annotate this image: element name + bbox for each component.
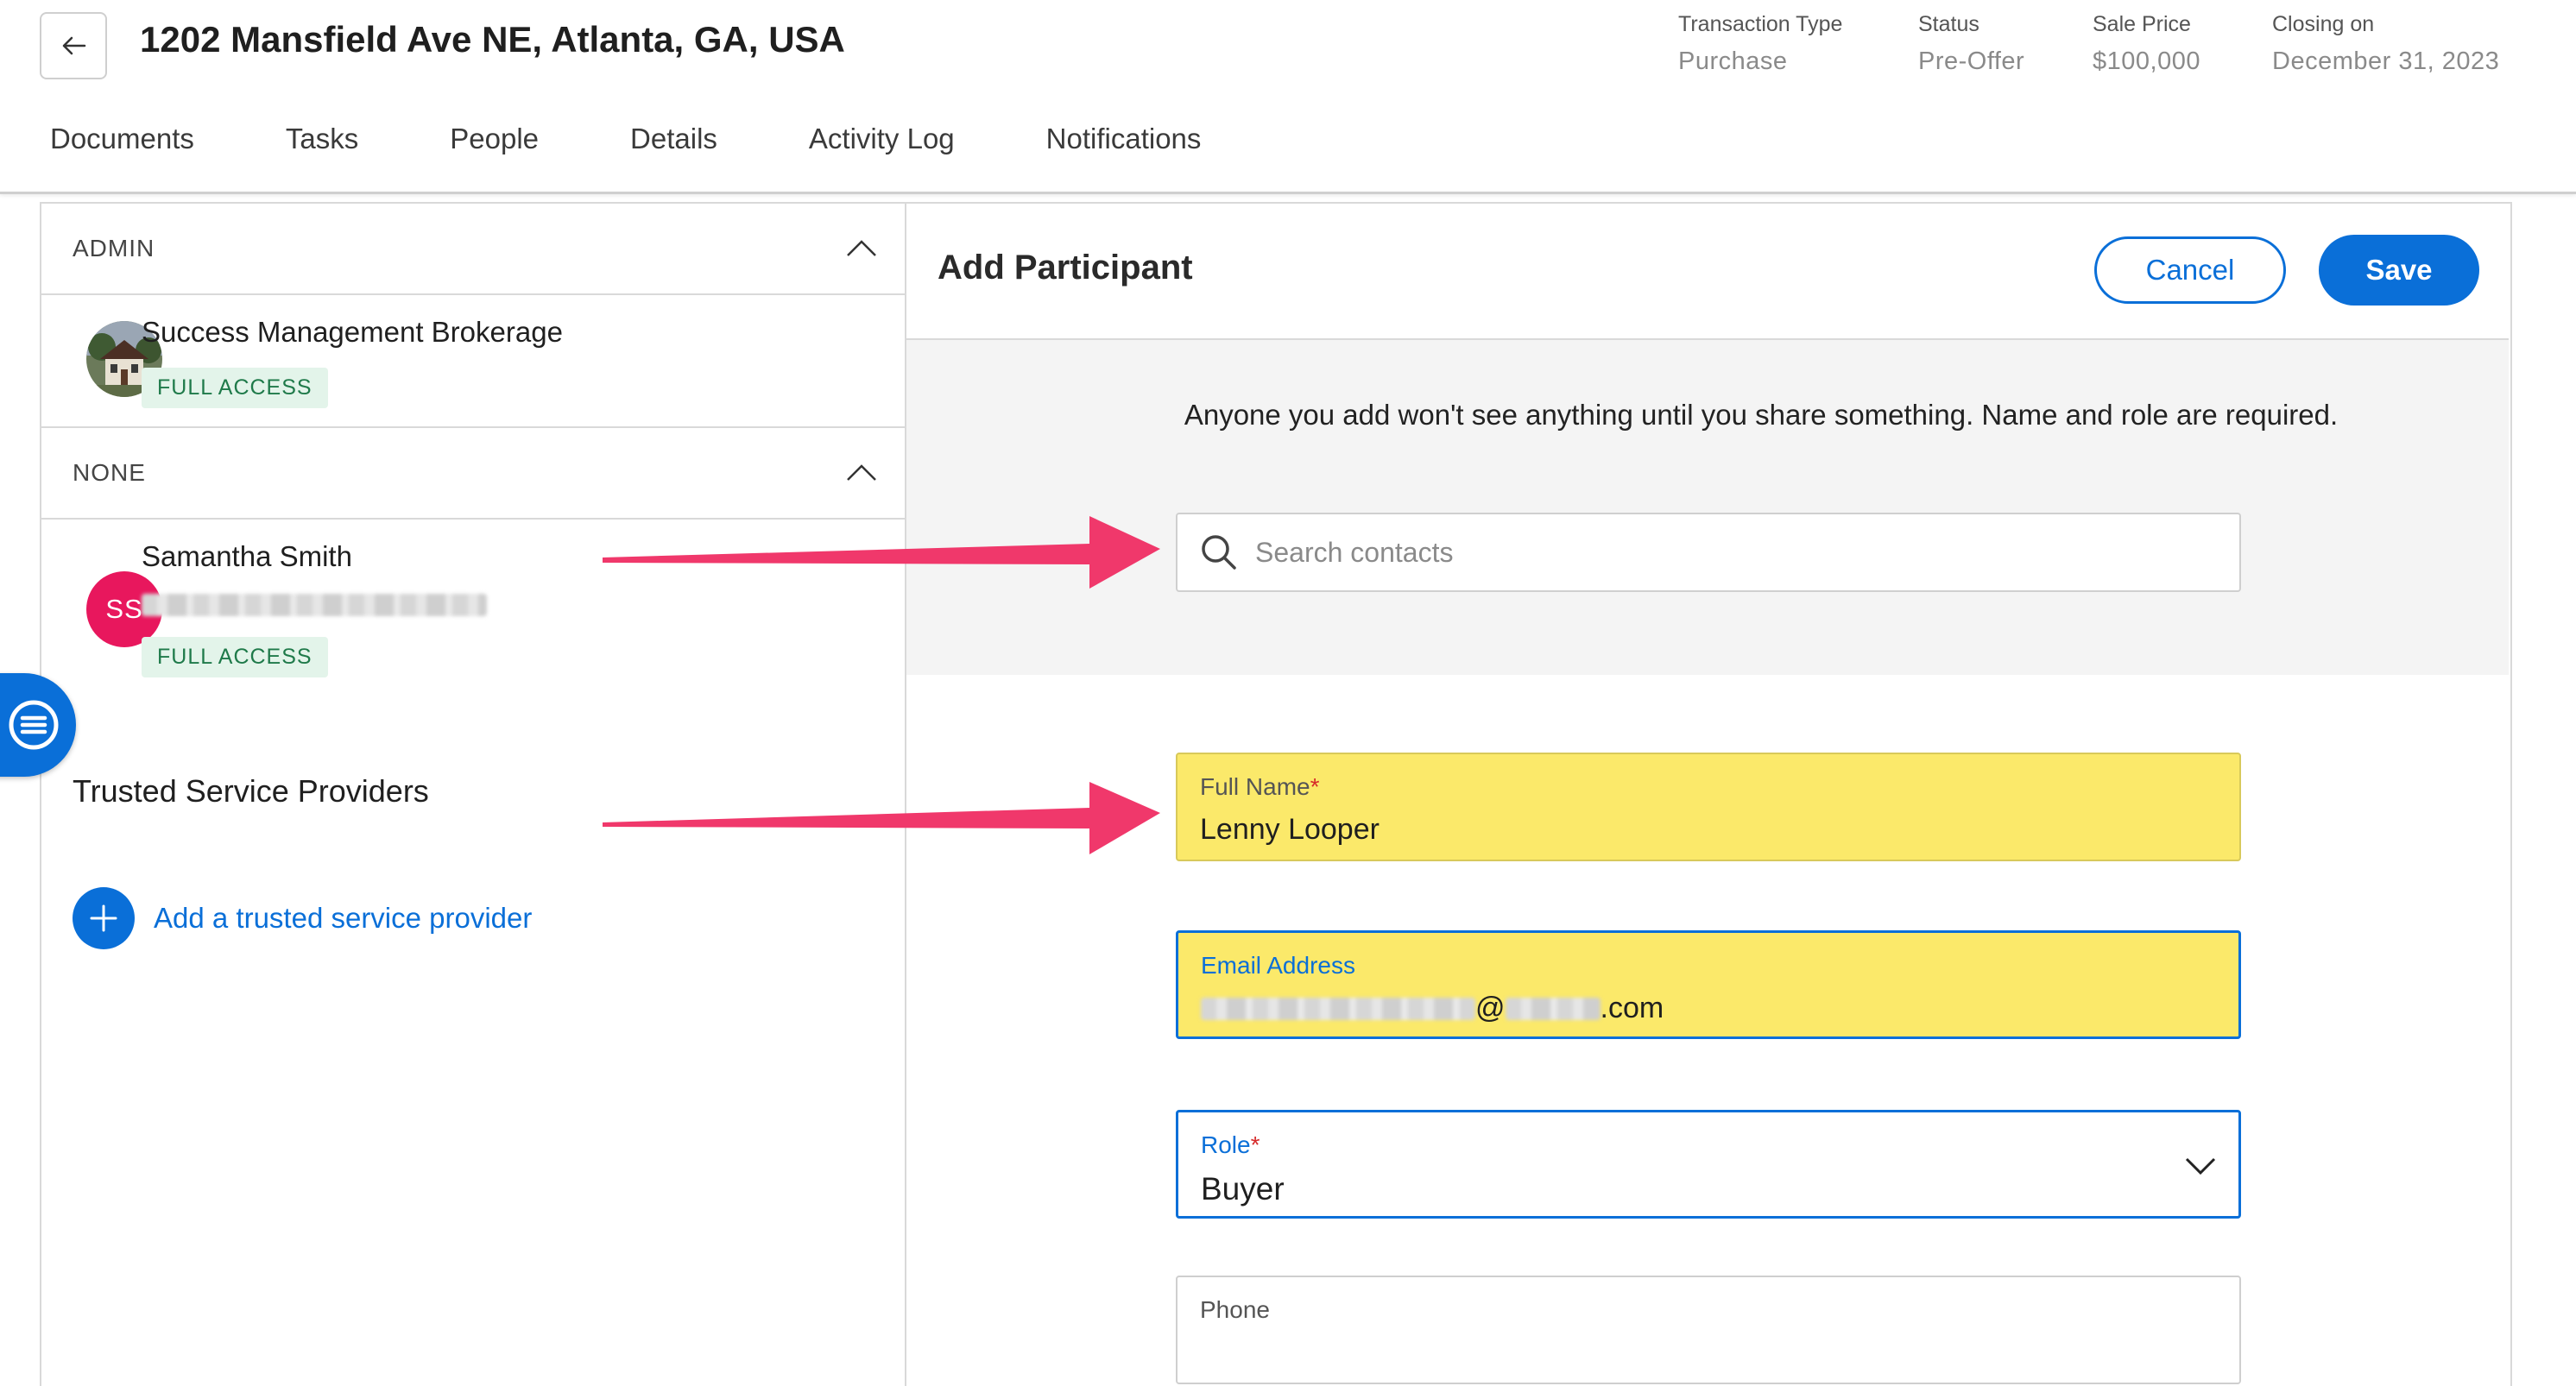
arrow-to-search bbox=[603, 516, 1160, 589]
arrow-to-full-name bbox=[603, 782, 1160, 854]
annotation-arrows bbox=[603, 516, 1160, 854]
